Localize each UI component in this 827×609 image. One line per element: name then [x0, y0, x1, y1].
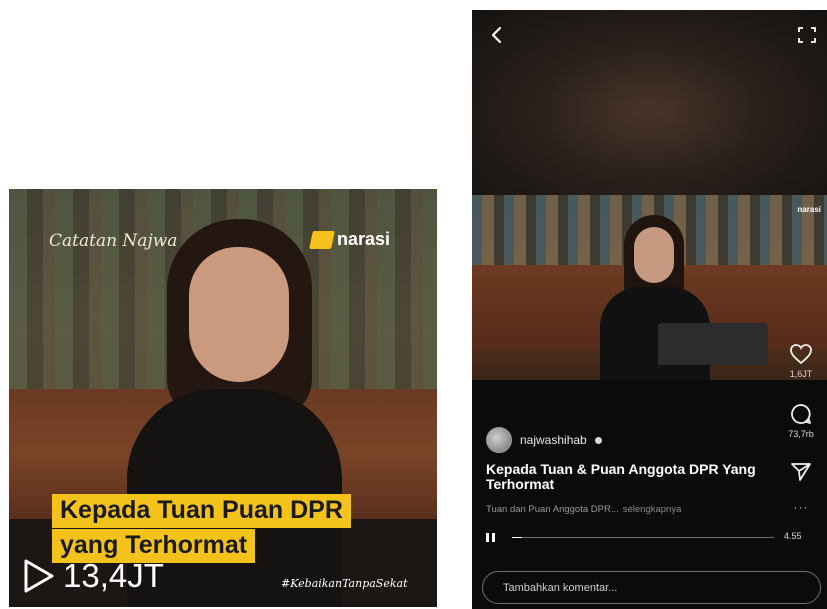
fullscreen-icon — [798, 27, 816, 43]
send-icon — [791, 463, 811, 481]
video-frame[interactable]: narasi — [472, 195, 827, 382]
video-presenter-face — [634, 227, 674, 283]
comment-icon — [791, 404, 811, 424]
thumbnail-title-line-1: Kepada Tuan Puan DPR — [52, 494, 351, 528]
blurred-background — [472, 10, 827, 195]
reel-title: Kepada Tuan & Puan Anggota DPR Yang Terh… — [486, 461, 756, 492]
avatar[interactable] — [486, 427, 512, 453]
pause-icon-bar — [492, 532, 495, 542]
description-text: Tuan dan Puan Anggota DPR... — [486, 504, 619, 515]
back-button[interactable] — [484, 22, 510, 48]
like-button[interactable]: 1,6JT — [781, 343, 821, 379]
video-brand-tag: narasi — [797, 205, 821, 214]
fullscreen-button[interactable] — [793, 22, 821, 48]
share-button[interactable] — [781, 462, 821, 482]
more-options-button[interactable]: ··· — [781, 500, 821, 514]
pause-icon — [486, 532, 489, 542]
laptop — [658, 323, 768, 365]
comment-count: 73,7rb — [788, 429, 814, 439]
hashtag-text: #KebaikanTanpaSekat — [281, 577, 408, 590]
like-count: 1,6JT — [789, 369, 813, 379]
presenter-face — [189, 247, 289, 382]
comment-input[interactable]: Tambahkan komentar... — [482, 571, 821, 604]
time-remaining: 4.55 — [784, 531, 802, 541]
pause-button[interactable] — [486, 530, 500, 544]
more-icon: ··· — [793, 500, 809, 514]
author-username[interactable]: najwashihab — [520, 433, 587, 447]
chevron-left-icon — [491, 26, 502, 44]
video-thumbnail[interactable]: Catatan Najwa narasi Kepada Tuan Puan DP… — [9, 189, 437, 607]
verified-badge-icon — [594, 436, 602, 444]
heart-icon — [790, 344, 812, 365]
play-icon — [24, 559, 54, 593]
reel-description[interactable]: Tuan dan Puan Anggota DPR... selengkapnya — [486, 504, 681, 515]
video-progress-fill — [512, 537, 523, 538]
catatan-najwa-logo: Catatan Najwa — [49, 231, 178, 251]
narasi-mark-icon — [309, 230, 335, 249]
view-count-row: 13,4JT — [23, 557, 164, 595]
view-count: 13,4JT — [63, 557, 164, 594]
comment-button[interactable]: 73,7rb — [781, 403, 821, 439]
narasi-logo: narasi — [309, 229, 391, 250]
see-more-link[interactable]: selengkapnya — [623, 504, 682, 515]
narasi-wordmark: narasi — [337, 229, 391, 249]
video-progress-bar[interactable] — [512, 537, 774, 538]
reel-viewer: narasi 1,6JT 73,7rb ··· najwashihab Kepa… — [472, 10, 827, 609]
comment-placeholder: Tambahkan komentar... — [503, 581, 618, 594]
author-row[interactable]: najwashihab — [486, 427, 602, 453]
